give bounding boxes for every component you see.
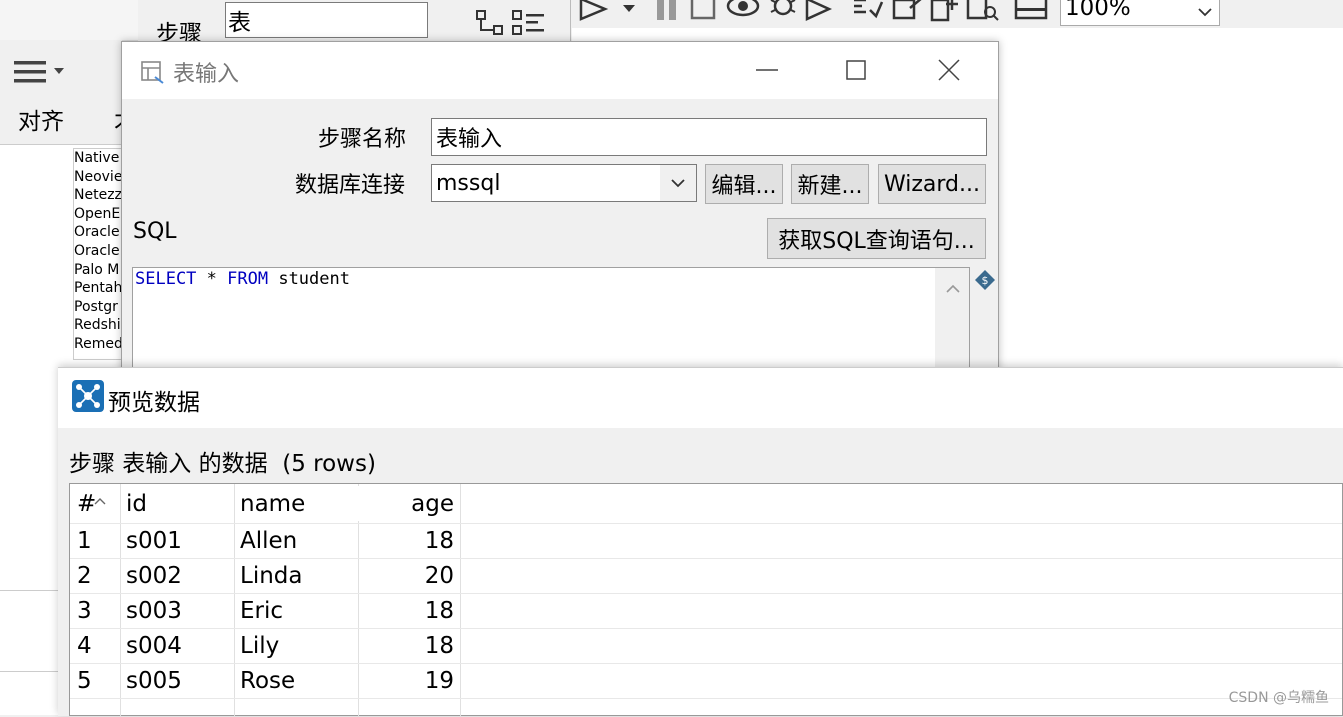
sql-text[interactable]: SELECT * FROM student — [135, 269, 350, 289]
sql-token: * — [196, 269, 228, 289]
list-item[interactable]: Oracle — [74, 242, 122, 261]
list-item[interactable]: Redshi — [74, 316, 122, 335]
sql-editor[interactable]: SELECT * FROM student — [132, 267, 970, 377]
cell-name[interactable]: Lily — [240, 628, 358, 663]
chevron-down-icon[interactable] — [660, 165, 696, 201]
zoom-select[interactable]: 100% — [1060, 0, 1220, 26]
table-input-dialog: 表输入 步骤名称 表输入 数据库连接 mssql 编辑... 新建... Wiz… — [121, 41, 999, 377]
list-item[interactable]: Remed — [74, 335, 122, 354]
background-bottom-panel — [0, 590, 58, 672]
step-name-input[interactable]: 表输入 — [431, 118, 987, 156]
list-item[interactable]: Oracle — [74, 223, 122, 242]
sql-icon[interactable] — [930, 0, 962, 26]
dialog-titlebar[interactable]: 表输入 — [122, 42, 998, 99]
explore-db-icon[interactable] — [966, 0, 1000, 26]
background-toolbar: 对齐 才 — [0, 40, 122, 145]
minimize-icon[interactable] — [756, 58, 778, 84]
sql-token: student — [268, 269, 350, 289]
preview-title: 预览数据 — [108, 390, 200, 416]
list-item[interactable]: OpenE — [74, 205, 122, 224]
preview-titlebar[interactable]: 预览数据 — [58, 368, 1343, 428]
transformation-toolbar: 100% — [572, 0, 1343, 29]
cell-age[interactable]: 19 — [358, 663, 454, 698]
cell-age[interactable]: 18 — [358, 628, 454, 663]
list-item[interactable]: Pentah — [74, 279, 122, 298]
cell-id[interactable]: s004 — [126, 628, 234, 663]
list-item[interactable]: Netezz — [74, 186, 122, 205]
cell-id[interactable]: s003 — [126, 593, 234, 628]
wizard-button[interactable]: Wizard... — [878, 164, 986, 204]
column-header-name[interactable]: name — [240, 486, 358, 521]
cell-id[interactable]: s005 — [126, 663, 234, 698]
column-header-age[interactable]: age — [358, 486, 454, 521]
row-index[interactable]: 1 — [77, 523, 120, 558]
get-sql-button[interactable]: 获取SQL查询语句... — [767, 218, 986, 259]
close-icon[interactable] — [938, 59, 960, 85]
verify-icon[interactable] — [852, 0, 884, 26]
preview-eye-icon[interactable] — [726, 0, 760, 24]
pause-icon[interactable] — [654, 0, 680, 26]
background-left-header — [0, 0, 138, 41]
preview-subtitle: 步骤 表输入 的数据 (5 rows) — [69, 451, 376, 477]
column-header-id[interactable]: id — [126, 486, 234, 521]
db-connection-select[interactable]: mssql — [431, 164, 697, 202]
list-item[interactable]: Native — [74, 149, 122, 168]
row-index[interactable]: 5 — [77, 663, 120, 698]
stop-icon[interactable] — [690, 0, 716, 26]
cell-id[interactable]: s002 — [126, 558, 234, 593]
row-index[interactable]: 2 — [77, 558, 120, 593]
step-search-input[interactable]: 表 — [225, 2, 428, 38]
list-item[interactable]: Postgr — [74, 298, 122, 317]
preview-table: # id name age 1 s001 Allen 18 2 s002 Lin… — [69, 483, 1343, 717]
hamburger-menu-icon[interactable] — [14, 58, 64, 88]
sql-label: SQL — [133, 219, 177, 244]
chevron-up-icon[interactable] — [945, 280, 961, 299]
new-connection-button[interactable]: 新建... — [791, 164, 869, 204]
chevron-down-icon — [1197, 3, 1213, 22]
cell-id[interactable]: s001 — [126, 523, 234, 558]
cell-name[interactable]: Allen — [240, 523, 358, 558]
chevron-down-icon[interactable] — [622, 0, 636, 19]
sql-keyword: FROM — [227, 269, 269, 289]
sql-scrollbar[interactable] — [935, 268, 969, 376]
sort-ascending-icon — [93, 486, 107, 512]
svg-text:$: $ — [982, 274, 989, 287]
row-index[interactable]: 4 — [77, 628, 120, 663]
column-header-index[interactable]: # — [77, 486, 120, 521]
db-connection-value: mssql — [436, 170, 501, 196]
preview-data-icon — [72, 380, 104, 416]
tree-icon[interactable] — [476, 10, 506, 40]
cell-name[interactable]: Rose — [240, 663, 358, 698]
show-results-icon[interactable] — [1014, 0, 1048, 26]
maximize-icon[interactable] — [846, 60, 868, 86]
cell-age[interactable]: 20 — [358, 558, 454, 593]
cell-age[interactable]: 18 — [358, 523, 454, 558]
database-type-list[interactable]: Native Neovie Netezz OpenE Oracle Oracle… — [73, 148, 123, 360]
impact-icon[interactable] — [892, 0, 924, 26]
row-index[interactable]: 3 — [77, 593, 120, 628]
list-item[interactable]: Palo M — [74, 261, 122, 280]
dialog-title: 表输入 — [173, 62, 240, 87]
db-connection-label: 数据库连接 — [295, 173, 406, 198]
preview-data-window: 预览数据 步骤 表输入 的数据 (5 rows) # id name age 1… — [58, 367, 1343, 717]
debug-icon[interactable] — [768, 0, 798, 24]
step-name-label: 步骤名称 — [318, 127, 407, 152]
cell-name[interactable]: Linda — [240, 558, 358, 593]
zoom-value: 100% — [1065, 0, 1131, 21]
list-item[interactable]: Neovie — [74, 168, 122, 187]
list-view-icon[interactable] — [512, 10, 546, 40]
watermark: CSDN @乌糯鱼 — [1228, 690, 1329, 706]
align-label[interactable]: 对齐 — [18, 102, 64, 136]
replay-icon[interactable] — [804, 0, 834, 26]
variable-icon: $ — [974, 269, 996, 295]
run-icon[interactable] — [578, 0, 612, 26]
edit-connection-button[interactable]: 编辑... — [705, 164, 783, 204]
cell-name[interactable]: Eric — [240, 593, 358, 628]
cell-age[interactable]: 18 — [358, 593, 454, 628]
sql-keyword: SELECT — [135, 269, 197, 289]
table-input-icon — [141, 61, 165, 89]
step-search-bar: 步骤 表 — [138, 0, 571, 47]
